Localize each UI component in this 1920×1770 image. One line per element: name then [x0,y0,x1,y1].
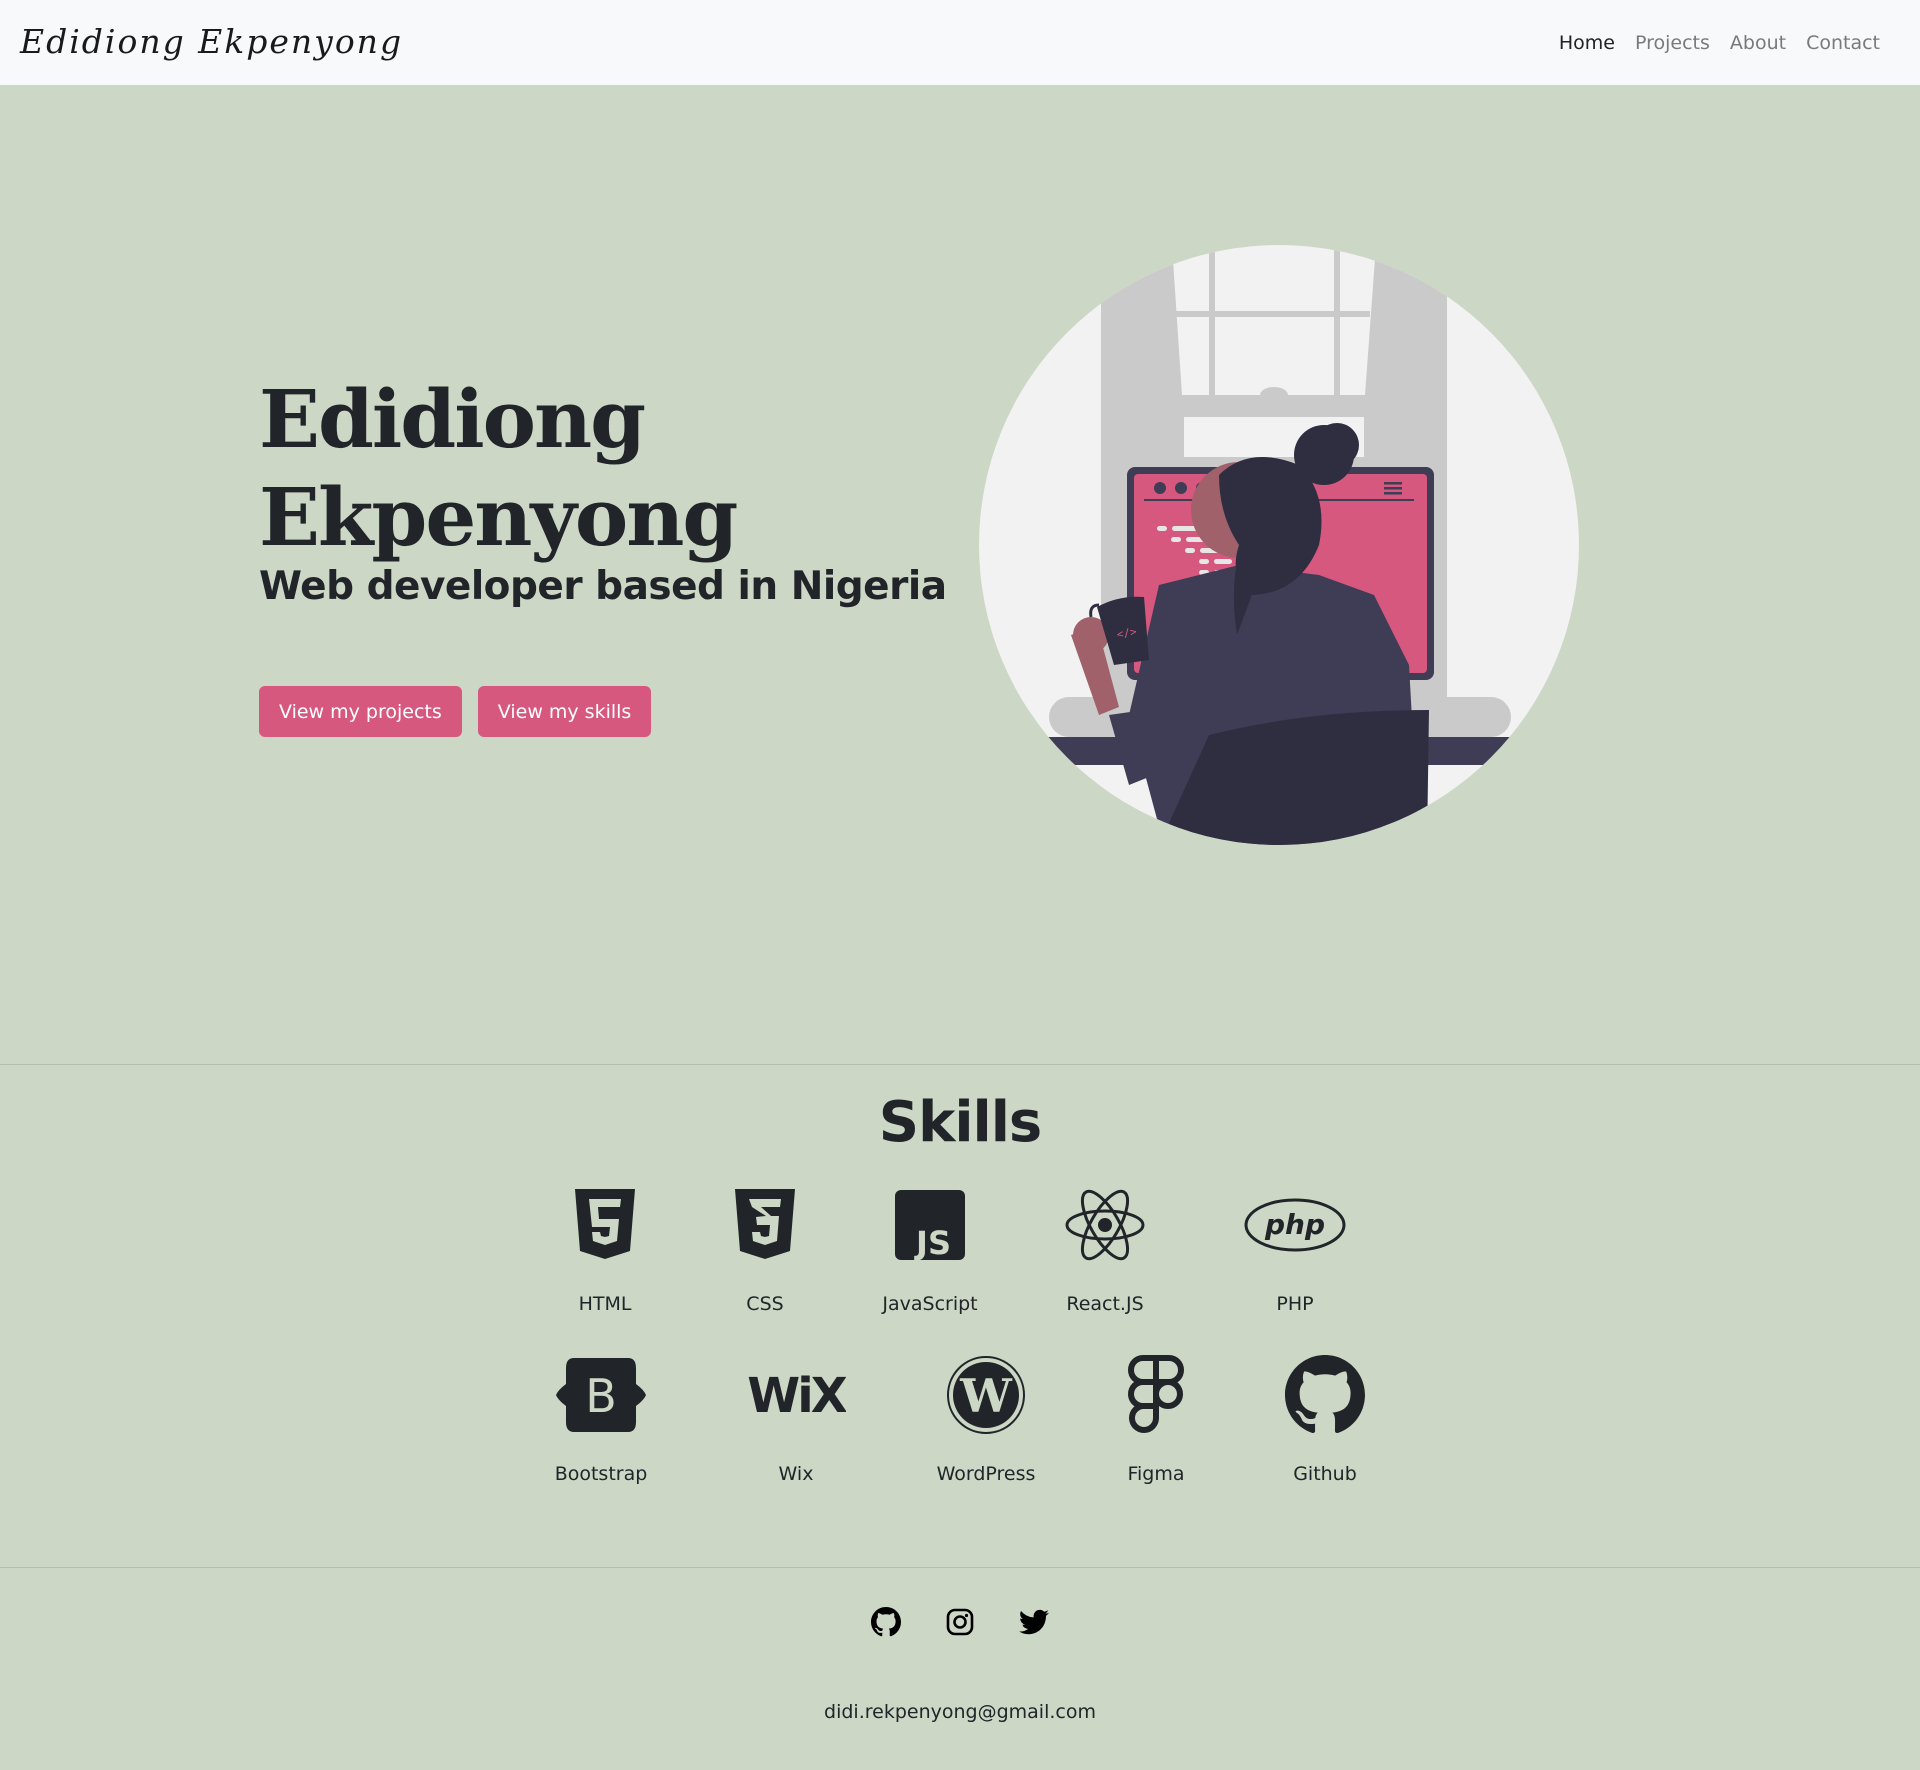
instagram-icon [946,1608,974,1636]
wordpress-icon: W [906,1355,1066,1435]
skill-label: Figma [1127,1463,1185,1485]
skill-item: HTML [525,1185,685,1315]
github-icon [1245,1355,1405,1435]
nav-links: Home Projects About Contact [1549,32,1890,54]
hero-illustration: </> [979,245,1579,845]
skills-title: Skills [878,1090,1043,1155]
skill-label: JavaScript [882,1293,978,1315]
nav-link-home[interactable]: Home [1549,32,1625,54]
twitter-link[interactable] [1019,1607,1049,1637]
skill-item: CSS [685,1185,845,1315]
view-skills-button[interactable]: View my skills [477,686,652,737]
section-divider [0,1064,1920,1065]
navbar: Edidiong Ekpenyong Home Projects About C… [0,0,1920,85]
nav-link-about[interactable]: About [1720,32,1796,54]
nav-link-contact[interactable]: Contact [1796,32,1890,54]
skill-label: Wix [778,1463,814,1485]
javascript-icon: JS [850,1185,1010,1265]
hero-subtitle: Web developer based in Nigeria [259,564,947,609]
footer-divider [0,1567,1920,1568]
figma-icon [1076,1355,1236,1435]
svg-text:php: php [1264,1208,1325,1241]
skill-item: Figma [1076,1355,1236,1485]
skill-label: PHP [1276,1293,1314,1315]
skill-item: Github [1245,1355,1405,1485]
skill-label: Github [1293,1463,1357,1485]
php-icon: php [1215,1185,1375,1265]
instagram-link[interactable] [945,1607,975,1637]
skill-item: B Bootstrap [521,1355,681,1485]
wix-icon: WiX [716,1355,876,1435]
skill-label: React.JS [1066,1293,1144,1315]
view-projects-button[interactable]: View my projects [259,686,462,737]
hero-title-line1: Edidiong [259,372,646,466]
github-link[interactable] [871,1607,901,1637]
skill-item: WiX Wix [716,1355,876,1485]
skill-label: WordPress [936,1463,1036,1485]
twitter-icon [1019,1609,1049,1635]
bootstrap-icon: B [521,1355,681,1435]
hero-title: Edidiong Ekpenyong [259,370,959,566]
contact-email[interactable]: didi.rekpenyong@gmail.com [0,1701,1920,1723]
html5-icon [525,1185,685,1265]
github-icon [871,1607,901,1637]
skill-item: React.JS [1025,1185,1185,1315]
skill-label: Bootstrap [554,1463,648,1485]
skill-item: php PHP [1215,1185,1375,1315]
hero-buttons: View my projects View my skills [259,686,652,737]
skill-label: HTML [578,1293,632,1315]
css3-icon [685,1185,845,1265]
react-icon [1025,1185,1185,1265]
skill-label: CSS [746,1293,784,1315]
svg-text:WiX: WiX [747,1370,846,1420]
svg-text:B: B [585,1369,617,1423]
nav-link-projects[interactable]: Projects [1625,32,1720,54]
skill-item: JS JavaScript [850,1185,1010,1315]
brand-logo[interactable]: Edidiong Ekpenyong [20,22,403,61]
social-links [0,1607,1920,1637]
svg-text:JS: JS [914,1224,951,1260]
svg-text:W: W [959,1369,1013,1423]
hero-title-line2: Ekpenyong [259,470,738,564]
skill-item: W WordPress [906,1355,1066,1485]
hero-text: Edidiong Ekpenyong Web developer based i… [259,370,959,610]
woman-coding-illustration: </> [979,245,1579,845]
